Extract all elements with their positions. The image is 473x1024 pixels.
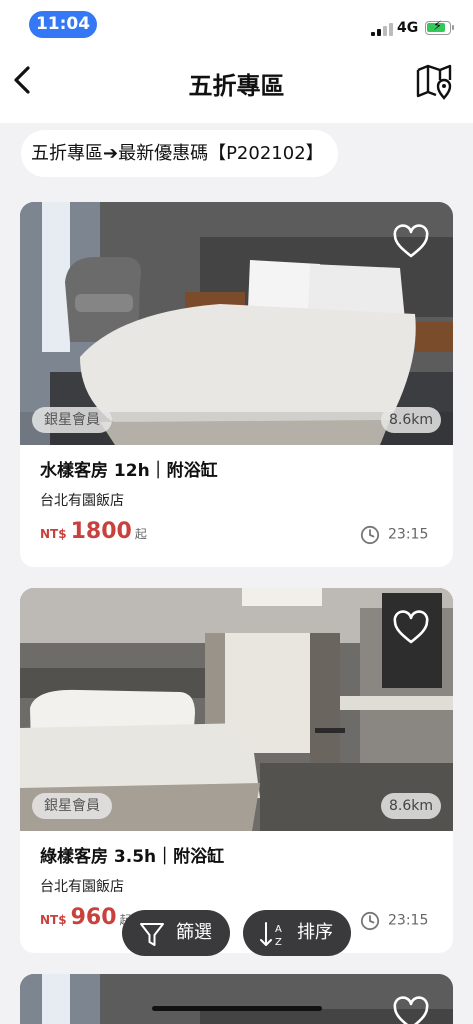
map-pin-icon	[416, 64, 452, 100]
price: NT$960起	[40, 905, 132, 935]
clock-icon	[360, 525, 380, 544]
favorite-button[interactable]	[392, 996, 430, 1024]
home-indicator	[152, 1006, 322, 1011]
sort-button[interactable]: AZ 排序	[243, 910, 351, 956]
price-value: 1800	[70, 519, 132, 544]
signal-icon	[371, 22, 393, 36]
room-card[interactable]: 銀星會員 8.6km 綠樣客房 3.5h｜附浴缸 台北有園飯店 NT$960起 …	[20, 588, 453, 953]
promo-breadcrumb[interactable]: 五折專區➔最新優惠碼【P202102】	[21, 130, 338, 177]
heart-icon	[393, 224, 429, 258]
room-card[interactable]	[20, 974, 453, 1024]
favorite-button[interactable]	[392, 610, 430, 646]
sort-label: 排序	[297, 922, 333, 943]
battery-icon: ⚡	[425, 19, 454, 35]
price-currency: NT$	[40, 913, 67, 927]
time-value: 23:15	[388, 526, 429, 543]
favorite-button[interactable]	[392, 224, 430, 260]
room-photo: 銀星會員 8.6km	[20, 202, 453, 445]
filter-label: 篩選	[176, 922, 212, 943]
svg-text:Z: Z	[275, 937, 282, 948]
price-suffix: 起	[134, 527, 147, 541]
status-bar: 11:04 4G ⚡	[0, 0, 473, 48]
price-value: 960	[70, 905, 117, 930]
room-photo: 銀星會員 8.6km	[20, 588, 453, 831]
distance-badge: 8.6km	[380, 407, 441, 433]
room-name: 水樣客房 12h｜附浴缸	[40, 461, 218, 481]
svg-text:A: A	[275, 924, 282, 935]
time-value: 23:15	[388, 912, 429, 929]
network-type: 4G	[397, 20, 419, 36]
room-name: 綠樣客房 3.5h｜附浴缸	[40, 847, 225, 867]
heart-icon	[393, 996, 429, 1024]
clock-icon	[360, 911, 380, 930]
room-photo	[20, 974, 453, 1024]
navigation-bar: 五折專區	[0, 48, 473, 123]
status-time: 11:04	[29, 11, 97, 38]
hotel-name: 台北有園飯店	[40, 879, 124, 895]
page-title: 五折專區	[188, 72, 285, 100]
filter-button[interactable]: 篩選	[122, 910, 230, 956]
member-badge: 銀星會員	[32, 793, 112, 819]
heart-icon	[393, 610, 429, 644]
map-button[interactable]	[414, 62, 454, 102]
checkin-time: 23:15	[360, 910, 428, 932]
price-currency: NT$	[40, 527, 67, 541]
room-card[interactable]: 銀星會員 8.6km 水樣客房 12h｜附浴缸 台北有園飯店 NT$ 1800 起 …	[20, 202, 453, 567]
price: NT$ 1800 起	[40, 519, 147, 549]
funnel-icon	[140, 923, 164, 946]
sort-az-icon: AZ	[260, 922, 282, 948]
hotel-name: 台北有園飯店	[40, 493, 124, 509]
checkin-time: 23:15	[360, 524, 428, 546]
member-badge: 銀星會員	[32, 407, 112, 433]
distance-badge: 8.6km	[380, 793, 441, 819]
